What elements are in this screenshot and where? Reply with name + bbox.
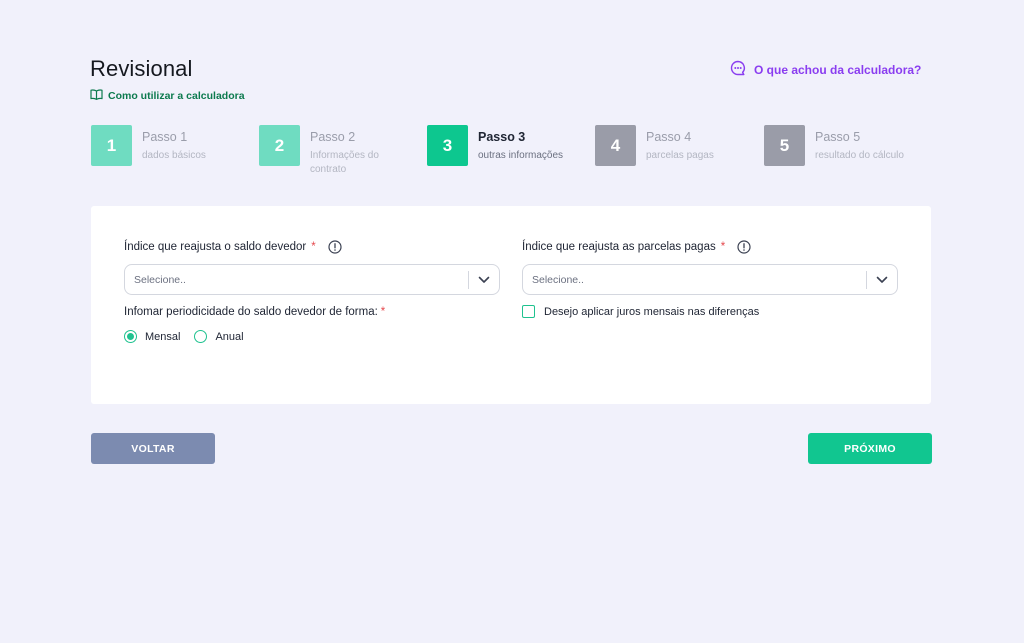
required-mark: * xyxy=(380,306,386,318)
step-subtitle: resultado do cálculo xyxy=(815,150,904,161)
required-mark: * xyxy=(311,241,316,253)
book-icon xyxy=(90,89,103,103)
periodicidade-radio-group: Mensal Anual xyxy=(124,330,258,343)
required-mark: * xyxy=(720,241,726,253)
step-5: 5 Passo 5 resultado do cálculo xyxy=(764,125,934,166)
chat-bubble-icon xyxy=(730,60,746,79)
juros-mensais-checkbox[interactable] xyxy=(522,305,535,318)
step-3: 3 Passo 3 outras informações xyxy=(427,125,597,166)
step-title: Passo 3 xyxy=(478,130,526,144)
select-value: Selecione.. xyxy=(532,273,584,286)
step-subtitle: dados básicos xyxy=(142,150,206,161)
saldo-index-label: Índice que reajusta o saldo devedor * xyxy=(124,240,342,254)
radio-circle-selected[interactable] xyxy=(124,330,137,343)
radio-circle[interactable] xyxy=(194,330,208,343)
chevron-down-icon[interactable] xyxy=(867,276,897,284)
page-title: Revisional xyxy=(90,56,193,81)
parcelas-index-label-text: Índice que reajusta as parcelas pagas xyxy=(522,241,716,253)
info-icon[interactable] xyxy=(328,240,342,254)
step-number: 2 xyxy=(259,125,300,166)
saldo-index-label-text: Índice que reajusta o saldo devedor xyxy=(124,241,307,253)
feedback-link[interactable]: O que achou da calculadora? xyxy=(730,60,921,79)
chevron-down-icon[interactable] xyxy=(469,276,499,284)
parcelas-index-label: Índice que reajusta as parcelas pagas * xyxy=(522,240,751,254)
radio-anual[interactable]: Anual xyxy=(194,330,244,343)
step-number: 4 xyxy=(595,125,636,166)
step-title: Passo 4 xyxy=(646,130,692,144)
periodicidade-label: Infomar periodicidade do saldo devedor d… xyxy=(124,306,385,318)
saldo-index-select[interactable]: Selecione.. xyxy=(124,264,500,295)
radio-mensal[interactable]: Mensal xyxy=(124,330,180,343)
step-title: Passo 2 xyxy=(310,130,356,144)
feedback-label: O que achou da calculadora? xyxy=(754,62,922,77)
step-title: Passo 5 xyxy=(815,130,861,144)
step-subtitle: outras informações xyxy=(478,150,564,161)
step-2: 2 Passo 2 Informações do contrato xyxy=(259,125,429,177)
step-number: 1 xyxy=(91,125,132,166)
back-button[interactable]: VOLTAR xyxy=(91,433,215,464)
checkbox-label: Desejo aplicar juros mensais nas diferen… xyxy=(544,305,760,318)
form-card: Índice que reajusta o saldo devedor * Se… xyxy=(91,206,931,404)
parcelas-index-select[interactable]: Selecione.. xyxy=(522,264,898,295)
howto-label: Como utilizar a calculadora xyxy=(108,90,245,102)
periodicidade-label-text: Infomar periodicidade do saldo devedor d… xyxy=(124,306,378,318)
step-4: 4 Passo 4 parcelas pagas xyxy=(595,125,765,166)
juros-mensais-checkbox-row[interactable]: Desejo aplicar juros mensais nas diferen… xyxy=(522,305,759,318)
next-button[interactable]: PRÓXIMO xyxy=(808,433,932,464)
howto-link[interactable]: Como utilizar a calculadora xyxy=(90,89,245,103)
step-subtitle: parcelas pagas xyxy=(646,150,714,161)
radio-label: Anual xyxy=(215,330,244,343)
select-value: Selecione.. xyxy=(134,273,186,286)
step-number: 3 xyxy=(427,125,468,166)
step-title: Passo 1 xyxy=(142,130,188,144)
step-1: 1 Passo 1 dados básicos xyxy=(91,125,261,166)
info-icon[interactable] xyxy=(737,240,751,254)
radio-label: Mensal xyxy=(145,330,181,343)
step-number: 5 xyxy=(764,125,805,166)
step-subtitle: Informações do contrato xyxy=(310,150,379,175)
